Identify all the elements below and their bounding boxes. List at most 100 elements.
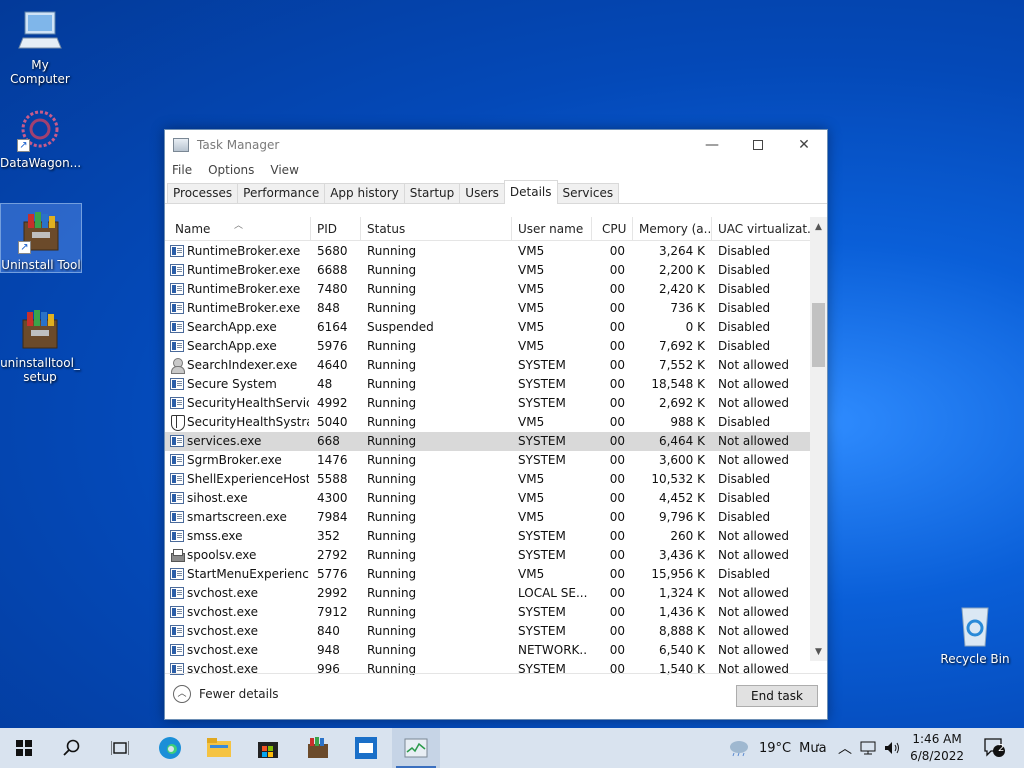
scrollbar-thumb[interactable] (812, 303, 825, 367)
process-status: Running (367, 643, 417, 657)
shortcut-arrow-icon: ↗ (18, 241, 31, 254)
tab-services[interactable]: Services (556, 183, 620, 203)
process-user: VM5 (518, 472, 545, 486)
desktop-icon-datawagon[interactable]: ↗ DataWagon... (0, 106, 82, 170)
process-uac: Disabled (718, 282, 771, 296)
desktop-icon-label: DataWagon... (0, 156, 82, 170)
table-row[interactable]: smss.exe 352 Running SYSTEM 00 260 K Not allow… (165, 527, 811, 546)
process-cpu: 00 (609, 643, 625, 657)
table-row[interactable]: services.exe 668 Running SYSTEM 00 6,464 K Not… (165, 432, 811, 451)
scroll-up-icon[interactable]: ▲ (810, 219, 827, 236)
process-pid: 5680 (317, 244, 348, 258)
close-button[interactable]: ✕ (781, 130, 827, 160)
table-row[interactable]: svchost.exe 840 Running SYSTEM 00 8,888 K Not … (165, 622, 811, 641)
end-task-button[interactable]: End task (736, 685, 818, 707)
tab-app-history[interactable]: App history (324, 183, 405, 203)
table-row[interactable]: sihost.exe 4300 Running VM5 00 4,452 K Disable… (165, 489, 811, 508)
search-icon (63, 739, 80, 756)
maximize-button[interactable] (735, 130, 781, 160)
table-row[interactable]: RuntimeBroker.exe 7480 Running VM5 00 2,420 K… (165, 280, 811, 299)
column-header-cpu[interactable]: CPU (592, 217, 633, 241)
process-name: Secure System (187, 377, 277, 391)
column-header-memory[interactable]: Memory (a... (633, 217, 712, 241)
sort-ascending-icon: ︿ (234, 221, 244, 231)
search-button[interactable] (48, 728, 96, 768)
column-header-pid[interactable]: PID (311, 217, 361, 241)
desktop-icon-uninstalltool-setup[interactable]: uninstalltool_ setup (0, 306, 80, 384)
table-row[interactable]: SearchApp.exe 6164 Suspended VM5 00 0 K Disabl… (165, 318, 811, 337)
tab-details[interactable]: Details (503, 180, 558, 204)
process-status: Running (367, 244, 417, 258)
process-memory: 3,264 K (658, 244, 705, 258)
process-user: VM5 (518, 415, 545, 429)
desktop-icon-uninstall-tool[interactable]: ↗ Uninstall Tool (0, 203, 82, 273)
column-header-name[interactable]: Name ︿ (165, 217, 311, 241)
process-name: spoolsv.exe (187, 548, 257, 562)
table-row[interactable]: ShellExperienceHost.... 5588 Running VM5 00 1… (165, 470, 811, 489)
notification-center-button[interactable]: 2 (984, 728, 1006, 768)
minimize-button[interactable]: — (689, 130, 735, 160)
task-view-button[interactable] (96, 728, 144, 768)
chevron-up-icon: ︿ (173, 685, 191, 703)
table-row[interactable]: Secure System 48 Running SYSTEM 00 18,548 K No… (165, 375, 811, 394)
tab-users[interactable]: Users (459, 183, 505, 203)
menu-file[interactable]: File (172, 163, 192, 177)
tab-startup[interactable]: Startup (403, 183, 461, 203)
process-cpu: 00 (609, 339, 625, 353)
process-user: SYSTEM (518, 358, 566, 372)
process-status: Running (367, 548, 417, 562)
table-row[interactable]: svchost.exe 948 Running NETWORK... 00 6,540 K… (165, 641, 811, 660)
menu-view[interactable]: View (270, 163, 298, 177)
process-name: svchost.exe (187, 643, 258, 657)
process-pid: 352 (317, 529, 340, 543)
title-bar[interactable]: Task Manager — ✕ (165, 130, 827, 160)
column-header-status[interactable]: Status (361, 217, 512, 241)
process-pid: 2792 (317, 548, 348, 562)
fewer-details-button[interactable]: ︿ Fewer details (173, 685, 279, 703)
window-footer: ︿ Fewer details End task (165, 673, 827, 719)
taskbar-store[interactable] (244, 728, 292, 768)
table-row[interactable]: SecurityHealthServic... 4992 Running SYSTEM… (165, 394, 811, 413)
taskbar-task-manager[interactable] (392, 728, 440, 768)
table-row[interactable]: SecurityHealthSystra... 5040 Running VM5 00 9… (165, 413, 811, 432)
column-header-uac[interactable]: UAC virtualizat... (712, 217, 811, 241)
process-uac: Not allowed (718, 548, 790, 562)
process-pid: 4640 (317, 358, 348, 372)
start-button[interactable] (0, 728, 48, 768)
table-row[interactable]: SearchApp.exe 5976 Running VM5 00 7,692 K Disa… (165, 337, 811, 356)
tab-processes[interactable]: Processes (167, 183, 239, 203)
chevron-up-icon[interactable]: ︿ (838, 738, 852, 758)
table-row[interactable]: StartMenuExperienc... 5776 Running VM5 00 15,… (165, 565, 811, 584)
taskbar-file-explorer[interactable] (195, 728, 243, 768)
clock[interactable]: 1:46 AM 6/8/2022 (910, 731, 964, 765)
network-icon[interactable] (860, 741, 878, 755)
weather-widget[interactable]: 19°C Mưa (728, 728, 827, 768)
table-row[interactable]: RuntimeBroker.exe 848 Running VM5 00 736 K Dis… (165, 299, 811, 318)
table-row[interactable]: svchost.exe 2992 Running LOCAL SE... 00 1,324… (165, 584, 811, 603)
table-row[interactable]: RuntimeBroker.exe 6688 Running VM5 00 2,200 K… (165, 261, 811, 280)
process-status: Suspended (367, 320, 434, 334)
tab-performance[interactable]: Performance (237, 183, 326, 203)
column-header-user[interactable]: User name (512, 217, 592, 241)
process-uac: Not allowed (718, 624, 790, 638)
scroll-down-icon[interactable]: ▼ (810, 644, 827, 661)
table-row[interactable]: RuntimeBroker.exe 5680 Running VM5 00 3,264 K… (165, 242, 811, 261)
process-status: Running (367, 624, 417, 638)
clock-time: 1:46 AM (912, 732, 962, 746)
process-name: SecurityHealthServic... (187, 396, 309, 410)
menu-options[interactable]: Options (208, 163, 254, 177)
desktop-icon-recycle-bin[interactable]: Recycle Bin (935, 602, 1015, 666)
vertical-scrollbar[interactable]: ▲ ▼ (810, 217, 827, 661)
table-row[interactable]: SearchIndexer.exe 4640 Running SYSTEM 00 7,55… (165, 356, 811, 375)
table-row[interactable]: svchost.exe 7912 Running SYSTEM 00 1,436 K Not… (165, 603, 811, 622)
shield-icon (170, 415, 185, 431)
table-row[interactable]: SgrmBroker.exe 1476 Running SYSTEM 00 3,600 K… (165, 451, 811, 470)
taskbar-app[interactable] (342, 728, 390, 768)
process-name: smss.exe (187, 529, 243, 543)
taskbar-uninstall-tool[interactable] (294, 728, 342, 768)
volume-icon[interactable] (884, 741, 902, 755)
taskbar-edge[interactable] (146, 728, 194, 768)
desktop-icon-my-computer[interactable]: My Computer (0, 8, 80, 86)
table-row[interactable]: spoolsv.exe 2792 Running SYSTEM 00 3,436 K Not… (165, 546, 811, 565)
table-row[interactable]: smartscreen.exe 7984 Running VM5 00 9,796 K Di… (165, 508, 811, 527)
